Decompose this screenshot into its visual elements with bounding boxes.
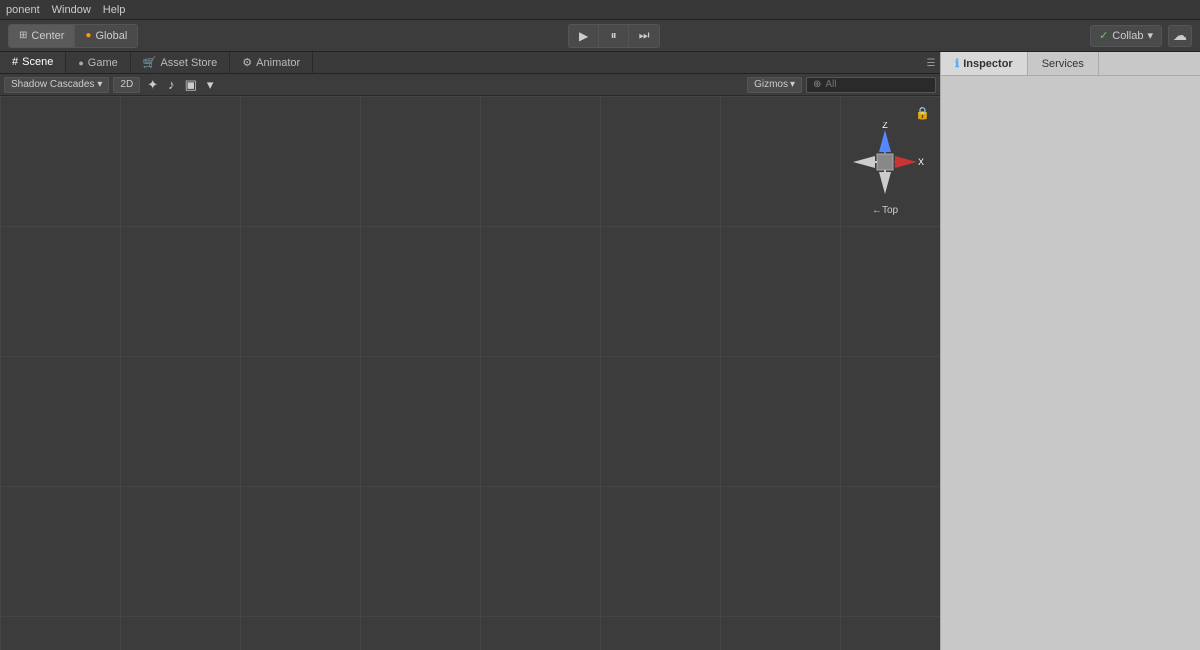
center-icon: ⊞ <box>19 30 27 41</box>
pause-icon: ⏸ <box>611 28 617 43</box>
audio-icon: ♪ <box>168 77 175 92</box>
search-icon: ⊕ <box>813 79 821 90</box>
shadow-cascades-dropdown-icon: ▾ <box>97 79 102 90</box>
scene-panel: # Scene ● Game 🛒 Asset Store ⚙ Animator … <box>0 52 940 650</box>
play-button[interactable]: ▶ <box>569 25 599 47</box>
gizmo-widget[interactable]: 🔒 Z X <box>840 106 930 216</box>
display-icon-button[interactable]: ▣ <box>182 77 200 93</box>
effects-icon: ▾ <box>207 77 214 93</box>
lock-icon: 🔒 <box>915 106 930 120</box>
pause-button[interactable]: ⏸ <box>599 25 629 47</box>
right-tab-bar: ℹ Inspector Services <box>941 52 1200 76</box>
tab-menu-button[interactable]: ☰ <box>922 52 940 74</box>
tab-services[interactable]: Services <box>1028 52 1099 75</box>
tab-inspector[interactable]: ℹ Inspector <box>941 52 1028 75</box>
inspector-icon: ℹ <box>955 57 959 70</box>
play-controls: ▶ ⏸ ⏭ <box>568 24 660 48</box>
grid-overlay <box>0 96 940 650</box>
asset-store-icon: 🛒 <box>143 56 157 69</box>
global-icon: ● <box>85 30 91 41</box>
transform-group: ⊞ Center ● Global <box>8 24 138 48</box>
svg-text:X: X <box>918 157 924 167</box>
step-button[interactable]: ⏭ <box>629 25 659 47</box>
gizmo-svg: Z X <box>845 122 925 202</box>
cloud-button[interactable]: ☁ <box>1168 25 1192 47</box>
menu-item-window[interactable]: Window <box>52 4 91 16</box>
tab-animator[interactable]: ⚙ Animator <box>230 52 313 73</box>
search-box[interactable]: ⊕ <box>806 77 936 93</box>
gizmos-dropdown-icon: ▾ <box>790 79 795 90</box>
collab-dropdown-icon: ▾ <box>1147 29 1153 42</box>
cloud-icon: ☁ <box>1173 27 1187 44</box>
audio-icon-button[interactable]: ♪ <box>165 77 178 93</box>
svg-text:Z: Z <box>882 122 888 130</box>
gizmo-3d[interactable]: Z X <box>845 122 925 201</box>
play-icon: ▶ <box>579 29 588 43</box>
global-button[interactable]: ● Global <box>75 25 137 47</box>
collab-button[interactable]: ✓ Collab ▾ <box>1090 25 1162 47</box>
game-tab-icon: ● <box>78 58 83 68</box>
menu-item-component[interactable]: ponent <box>6 4 40 16</box>
right-controls: ✓ Collab ▾ ☁ <box>1090 25 1192 47</box>
tab-game[interactable]: ● Game <box>66 52 130 73</box>
gizmos-button[interactable]: Gizmos ▾ <box>747 77 802 93</box>
right-panel: ℹ Inspector Services <box>940 52 1200 650</box>
tab-asset-store[interactable]: 🛒 Asset Store <box>131 52 231 73</box>
scene-viewport[interactable]: 🔒 Z X <box>0 96 940 650</box>
scene-toolbar: Shadow Cascades ▾ 2D ✦ ♪ ▣ ▾ Gizmos ▾ <box>0 74 940 96</box>
tab-menu-icon: ☰ <box>927 58 936 69</box>
tab-scene[interactable]: # Scene <box>0 52 66 73</box>
gizmo-view-label: ←Top <box>872 205 898 216</box>
effects-icon-button[interactable]: ▾ <box>204 77 217 93</box>
collab-check-icon: ✓ <box>1099 29 1108 42</box>
center-button[interactable]: ⊞ Center <box>9 25 75 47</box>
tab-bar: # Scene ● Game 🛒 Asset Store ⚙ Animator … <box>0 52 940 74</box>
toolbar: ⊞ Center ● Global ▶ ⏸ ⏭ ✓ Collab ▾ ☁ <box>0 20 1200 52</box>
animator-icon: ⚙ <box>242 56 252 69</box>
main-area: # Scene ● Game 🛒 Asset Store ⚙ Animator … <box>0 52 1200 650</box>
menu-bar: ponent Window Help <box>0 0 1200 20</box>
display-icon: ▣ <box>185 77 197 93</box>
menu-item-help[interactable]: Help <box>103 4 126 16</box>
search-input[interactable] <box>825 79 929 90</box>
inspector-content <box>941 76 1200 650</box>
shadow-cascades-button[interactable]: Shadow Cascades ▾ <box>4 77 109 93</box>
sun-icon: ✦ <box>147 77 158 93</box>
sun-icon-button[interactable]: ✦ <box>144 77 161 93</box>
two-d-button[interactable]: 2D <box>113 77 140 93</box>
step-icon: ⏭ <box>639 28 650 43</box>
scene-tab-icon: # <box>12 56 18 68</box>
